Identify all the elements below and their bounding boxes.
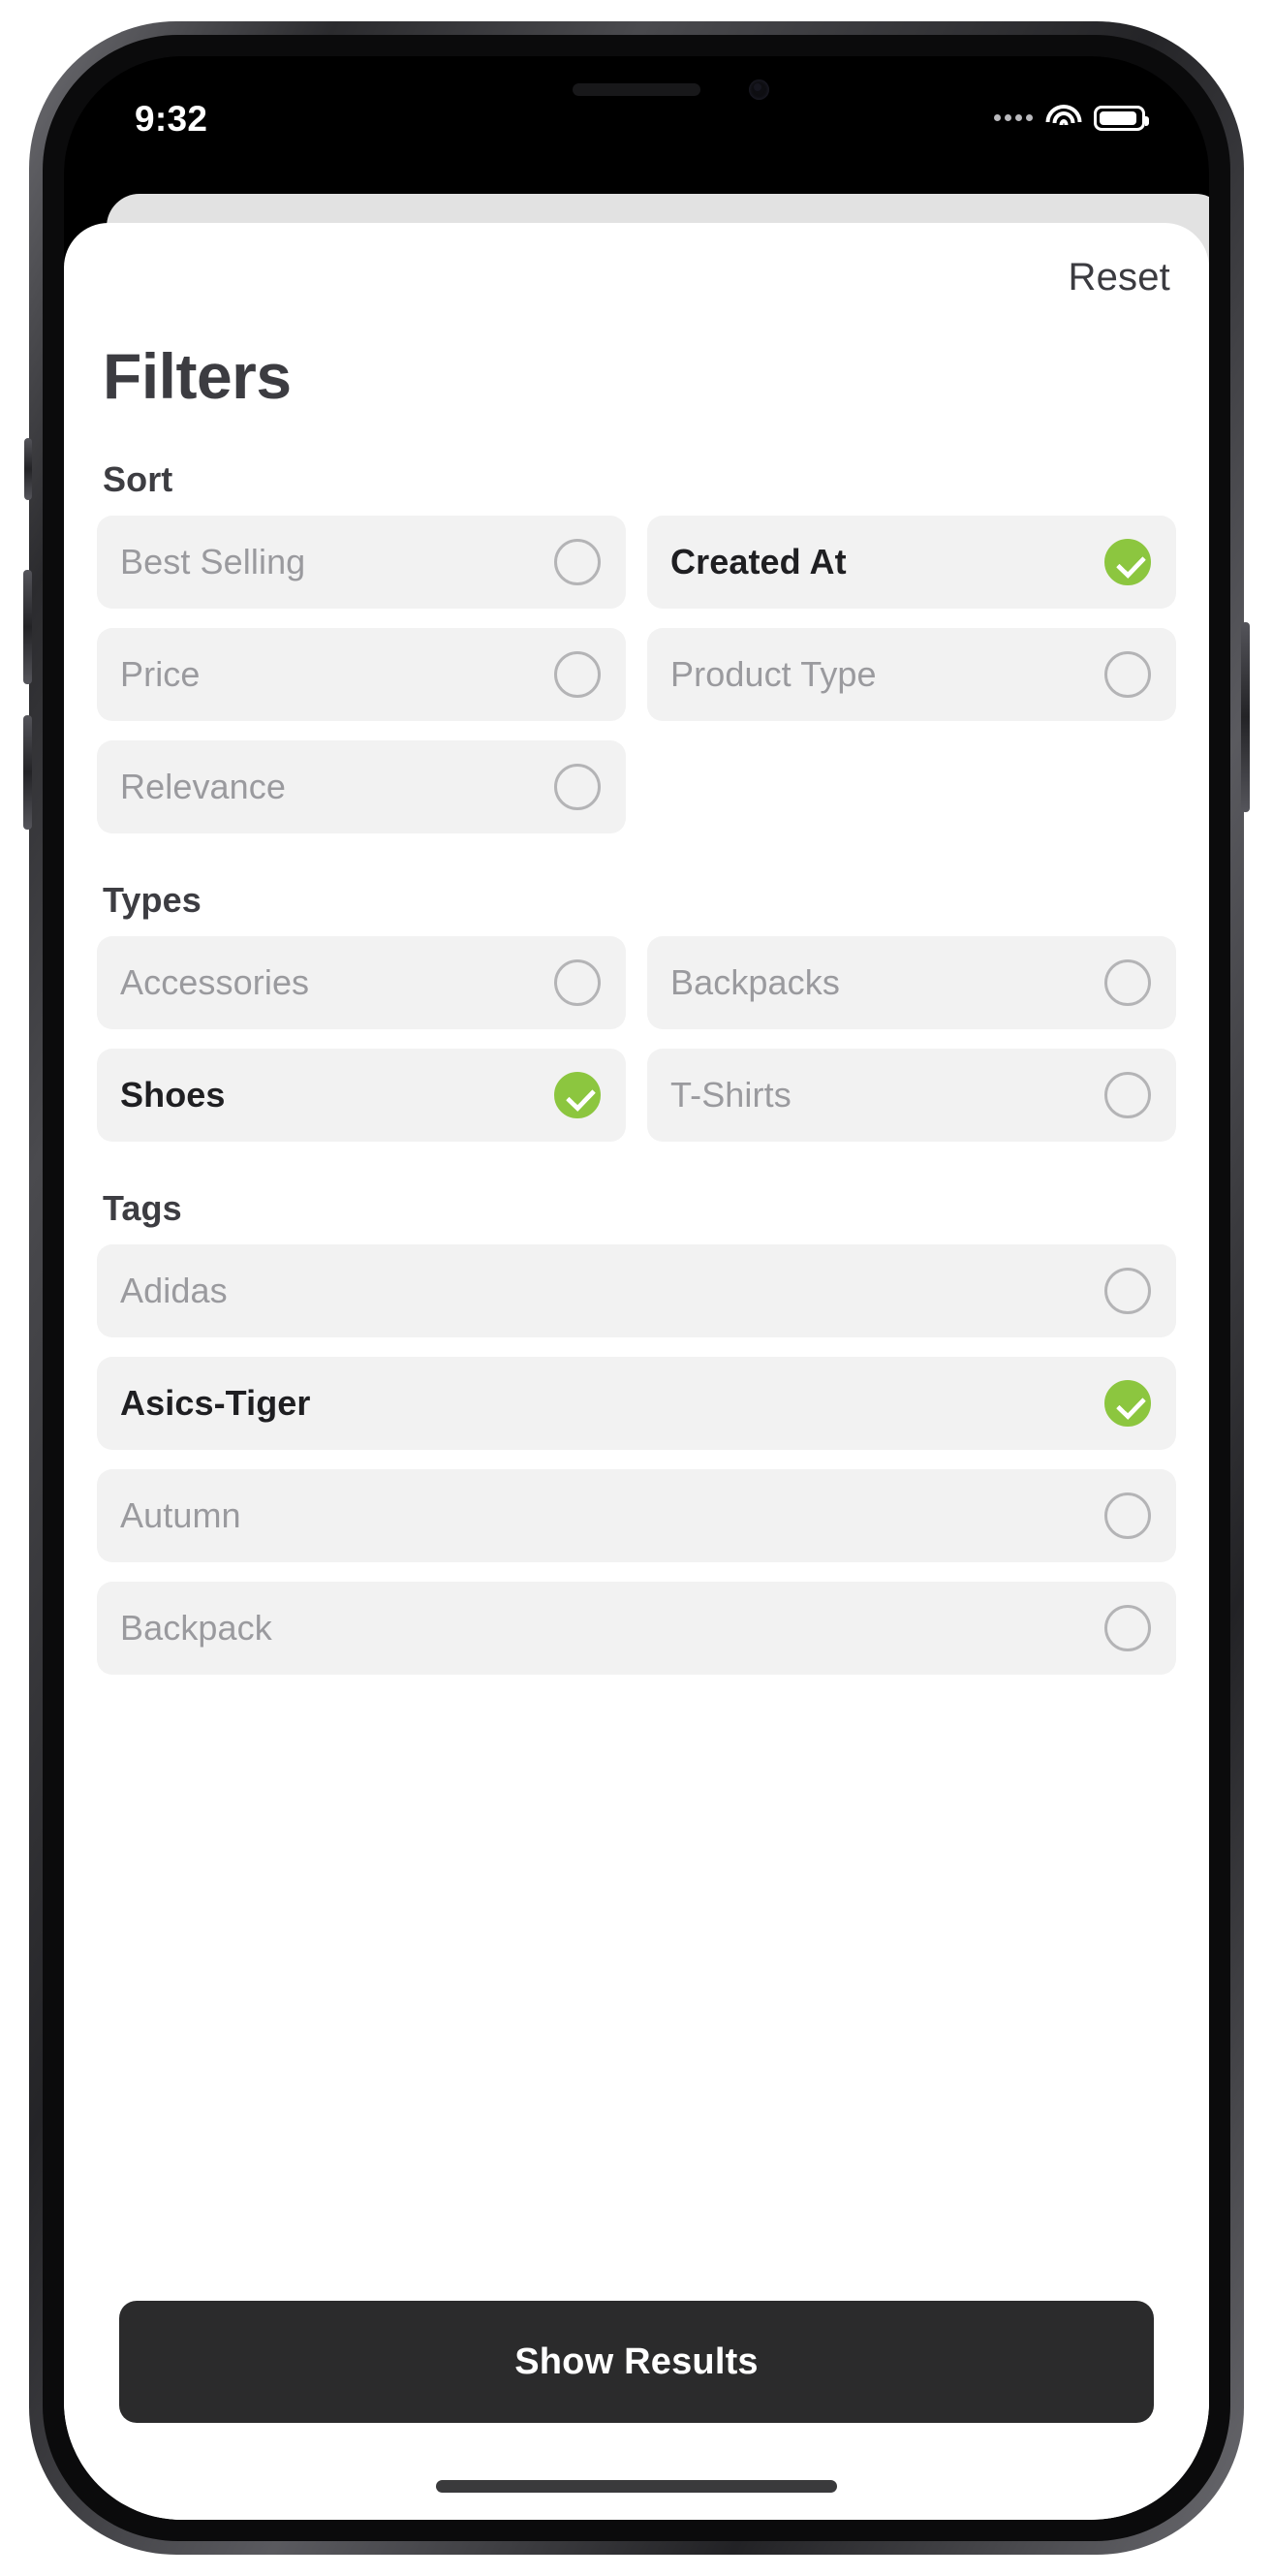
filter-option-label: Backpacks — [670, 962, 840, 1002]
battery-icon — [1094, 105, 1149, 131]
check-circle-icon[interactable] — [1104, 539, 1151, 585]
filter-option-chip[interactable]: Backpacks — [647, 936, 1176, 1029]
page-title: Filters — [103, 340, 292, 412]
filter-option-label: T-Shirts — [670, 1075, 792, 1115]
filter-section-tags: Tags Adidas Asics-Tiger Autumn Backpack — [97, 1188, 1176, 1675]
radio-circle-icon[interactable] — [1104, 1605, 1151, 1651]
earpiece-speaker-icon — [573, 83, 700, 96]
front-camera-icon — [749, 79, 769, 100]
volume-up-button[interactable] — [23, 570, 32, 684]
filter-option-chip[interactable]: Shoes — [97, 1049, 626, 1142]
section-title: Types — [103, 880, 202, 920]
status-bar-time: 9:32 — [135, 99, 208, 139]
check-circle-icon[interactable] — [1104, 1380, 1151, 1427]
filter-option-chip[interactable]: Asics-Tiger — [97, 1357, 1176, 1450]
filter-option-label: Shoes — [120, 1075, 226, 1115]
radio-circle-icon[interactable] — [1104, 1268, 1151, 1314]
filter-option-label: Asics-Tiger — [120, 1383, 311, 1423]
sheet-header: Reset — [97, 223, 1176, 331]
filter-option-chip[interactable]: Backpack — [97, 1582, 1176, 1675]
volume-down-button[interactable] — [23, 715, 32, 830]
filter-option-chip[interactable]: Autumn — [97, 1469, 1176, 1562]
mute-switch[interactable] — [24, 438, 32, 500]
show-results-button[interactable]: Show Results — [119, 2301, 1154, 2423]
reset-button[interactable]: Reset — [1069, 256, 1171, 299]
filter-option-label: Product Type — [670, 654, 877, 694]
radio-circle-icon[interactable] — [1104, 1492, 1151, 1539]
filter-option-chip[interactable]: Adidas — [97, 1244, 1176, 1337]
filter-option-chip[interactable]: Relevance — [97, 740, 626, 833]
radio-circle-icon[interactable] — [554, 764, 601, 810]
filter-option-chip[interactable]: Accessories — [97, 936, 626, 1029]
filter-sections: Sort Best Selling Created At Price Product T… — [97, 459, 1176, 1675]
battery-fill — [1100, 110, 1136, 125]
home-indicator[interactable] — [436, 2480, 837, 2493]
radio-circle-icon[interactable] — [554, 539, 601, 585]
phone-inner-bezel: 9:32 Reset Filters Sort Best Selling Cre… — [43, 35, 1230, 2541]
filter-option-label: Autumn — [120, 1495, 241, 1535]
power-button[interactable] — [1241, 622, 1250, 812]
filters-scroll-area[interactable]: Reset Filters Sort Best Selling Created At… — [64, 223, 1209, 2520]
filter-option-chip[interactable]: Price — [97, 628, 626, 721]
filters-sheet: Reset Filters Sort Best Selling Created At… — [64, 223, 1209, 2520]
filter-option-label: Backpack — [120, 1608, 272, 1648]
radio-circle-icon[interactable] — [1104, 1072, 1151, 1118]
filter-option-label: Price — [120, 654, 201, 694]
filter-option-chip[interactable]: Product Type — [647, 628, 1176, 721]
filter-section-sort: Sort Best Selling Created At Price Product T… — [97, 459, 1176, 833]
phone-frame: 9:32 Reset Filters Sort Best Selling Cre… — [23, 21, 1250, 2555]
radio-circle-icon[interactable] — [1104, 959, 1151, 1006]
filter-option-chip[interactable]: Best Selling — [97, 516, 626, 609]
section-title: Tags — [103, 1188, 182, 1228]
check-circle-icon[interactable] — [554, 1072, 601, 1118]
filter-section-types: Types Accessories Backpacks Shoes T-Shirts — [97, 880, 1176, 1142]
phone-screen: 9:32 Reset Filters Sort Best Selling Cre… — [64, 56, 1209, 2520]
option-grid: Adidas Asics-Tiger Autumn Backpack — [97, 1244, 1176, 1675]
signal-dots-icon — [994, 114, 1033, 121]
filter-option-chip[interactable]: Created At — [647, 516, 1176, 609]
bottom-action-bar: Show Results — [64, 2278, 1209, 2520]
filter-option-label: Accessories — [120, 962, 310, 1002]
filter-option-label: Created At — [670, 542, 847, 581]
filter-option-label: Relevance — [120, 767, 287, 806]
option-grid: Best Selling Created At Price Product Type R… — [97, 516, 1176, 833]
wifi-icon — [1045, 105, 1081, 131]
radio-circle-icon[interactable] — [554, 651, 601, 698]
radio-circle-icon[interactable] — [554, 959, 601, 1006]
filter-option-label: Adidas — [120, 1271, 228, 1310]
option-grid: Accessories Backpacks Shoes T-Shirts — [97, 936, 1176, 1142]
section-title: Sort — [103, 459, 173, 499]
status-bar-indicators — [994, 105, 1149, 131]
filter-option-label: Best Selling — [120, 542, 306, 581]
radio-circle-icon[interactable] — [1104, 651, 1151, 698]
filter-option-chip[interactable]: T-Shirts — [647, 1049, 1176, 1142]
notch — [428, 56, 845, 132]
